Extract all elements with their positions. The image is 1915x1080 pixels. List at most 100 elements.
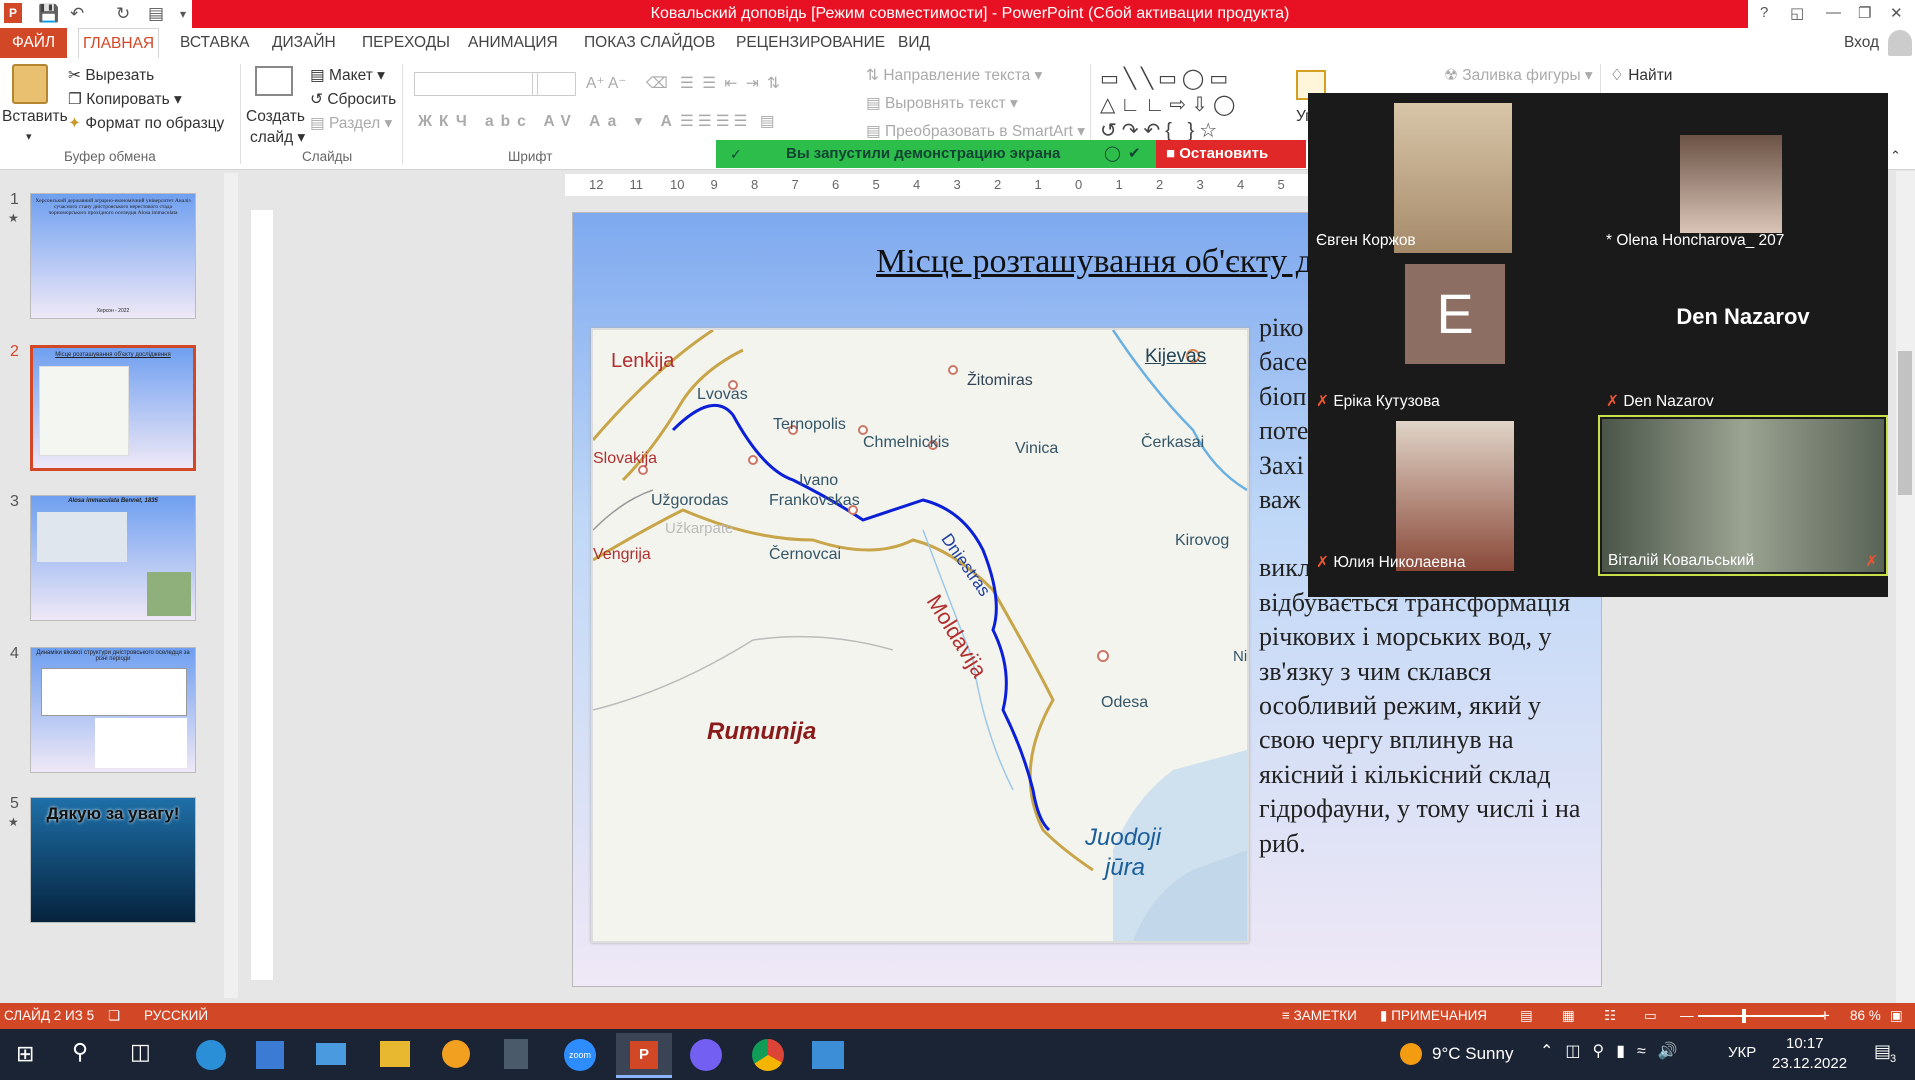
tab-file[interactable]: ФАЙЛ	[0, 28, 68, 58]
collapse-ribbon-icon[interactable]: ⌃	[1890, 148, 1901, 164]
layout-button[interactable]: ▤ Макет ▾	[310, 66, 385, 85]
participant-tile[interactable]: E ✗ Еріка Кутузова	[1308, 254, 1598, 415]
zoom-in-icon[interactable]: +	[1820, 1003, 1830, 1029]
cut-button[interactable]: ✂ Вырезать	[68, 66, 154, 85]
smartart-button[interactable]: ▤ Преобразовать в SmartArt ▾	[866, 122, 1085, 141]
explorer-icon[interactable]	[380, 1041, 410, 1067]
slide-thumbnail-4[interactable]: Динаміки вікової структури дністровськог…	[30, 647, 196, 773]
signin-link[interactable]: Вход	[1840, 28, 1883, 58]
slide-thumbnail-2[interactable]: Місце розташування об'єкту дослідження	[30, 345, 196, 471]
dniester-map-image[interactable]: Lenkija Kijevas Žitomiras Lvovas Ternopo…	[591, 328, 1249, 943]
pause-share-icon[interactable]: ◯	[1104, 140, 1121, 168]
format-painter-button[interactable]: ✦ Формат по образцу	[68, 114, 224, 133]
new-slide-icon[interactable]	[255, 66, 293, 96]
slide-thumbnail-1[interactable]: Херсонський державний аграрно-економічни…	[30, 193, 196, 319]
participant-tile[interactable]: * Olena Honcharova_ 207	[1598, 93, 1888, 254]
help-icon[interactable]: ?	[1760, 4, 1768, 21]
slide-sorter-icon[interactable]: ▦	[1562, 1003, 1575, 1029]
language-indicator[interactable]: РУССКИЙ	[144, 1003, 208, 1029]
tab-insert[interactable]: ВСТАВКА	[176, 28, 254, 58]
zoom-level[interactable]: 86 %	[1850, 1003, 1881, 1029]
clock-time[interactable]: 10:17	[1786, 1035, 1824, 1052]
tab-view[interactable]: ВИД	[894, 28, 934, 58]
tab-design[interactable]: ДИЗАЙН	[268, 28, 340, 58]
start-slideshow-icon[interactable]: ▤	[148, 4, 164, 24]
tab-review[interactable]: РЕЦЕНЗИРОВАНИЕ	[732, 28, 889, 58]
slides-pane-scrollbar[interactable]	[224, 173, 238, 998]
paste-button[interactable]: Вставить	[2, 108, 68, 126]
mail-icon[interactable]	[316, 1043, 346, 1065]
undo-icon[interactable]: ↶	[70, 4, 84, 24]
text-direction-button[interactable]: ⇅ Направление текста ▾	[866, 66, 1042, 85]
stop-share-button[interactable]: ■ Остановить совм	[1156, 140, 1306, 190]
shape-fill-button[interactable]: ☢ Заливка фигуры ▾	[1444, 66, 1593, 85]
reading-view-icon[interactable]: ☷	[1604, 1003, 1616, 1029]
task-view-icon[interactable]: ◫	[130, 1039, 151, 1065]
vpn-icon[interactable]	[442, 1040, 470, 1068]
section-button[interactable]: ▤ Раздел ▾	[310, 114, 392, 133]
fit-slide-icon[interactable]: ▣	[1890, 1003, 1903, 1029]
zoom-slider[interactable]	[1698, 1015, 1824, 1017]
minimize-icon[interactable]: —	[1826, 4, 1841, 21]
copy-button[interactable]: ❐ Копировать ▾	[68, 90, 182, 109]
input-language[interactable]: УКР	[1728, 1044, 1756, 1061]
align-text-button[interactable]: ▤ Выровнять текст ▾	[866, 94, 1018, 113]
photos-icon[interactable]	[812, 1041, 844, 1069]
search-icon[interactable]: ⚲	[72, 1039, 88, 1065]
weather-text[interactable]: 9°C Sunny	[1432, 1044, 1513, 1064]
font-style-buttons[interactable]: ЖКЧ abc AV Аа ▾ A	[418, 112, 679, 131]
redo-icon[interactable]: ↻	[116, 4, 130, 24]
paste-icon[interactable]	[12, 64, 48, 104]
zoom-out-icon[interactable]: —	[1680, 1003, 1694, 1029]
clear-format-icon[interactable]: ⌫	[646, 74, 668, 93]
ribbon-display-icon[interactable]: ◱	[1790, 4, 1804, 22]
powerpoint-taskbar-button[interactable]: P	[616, 1033, 672, 1078]
tab-home[interactable]: ГЛАВНАЯ	[78, 28, 160, 58]
shapes-gallery[interactable]: ▭╲╲▭◯▭	[1100, 66, 1233, 91]
viber-icon[interactable]	[690, 1039, 722, 1071]
find-button[interactable]: ♢ Найти	[1610, 66, 1672, 85]
font-size-select[interactable]	[532, 72, 576, 96]
reset-button[interactable]: ↺ Сбросить	[310, 90, 396, 109]
slideshow-view-icon[interactable]: ▭	[1644, 1003, 1657, 1029]
close-icon[interactable]: ✕	[1890, 4, 1903, 22]
tab-transitions[interactable]: ПЕРЕХОДЫ	[358, 28, 454, 58]
paste-dropdown-icon[interactable]: ▾	[26, 130, 32, 143]
customize-quick-access-icon[interactable]: ▾	[180, 7, 186, 21]
tray-icons[interactable]: ⌃◫⚲▮≈🔊	[1540, 1041, 1690, 1061]
grow-font-icon[interactable]: A⁺ A⁻	[586, 74, 627, 93]
notes-button[interactable]: ≡ ЗАМЕТКИ	[1282, 1003, 1357, 1029]
notification-icon[interactable]: ▤	[1874, 1041, 1891, 1062]
align-buttons[interactable]: ☰☰☰☰ ▤	[680, 112, 779, 131]
new-slide-button-line2[interactable]: слайд ▾	[250, 128, 305, 147]
participant-tile-active[interactable]: Віталій Ковальський ✗	[1598, 415, 1888, 576]
spellcheck-icon[interactable]: ❏	[108, 1003, 120, 1029]
windows-start-icon[interactable]: ⊞	[16, 1041, 34, 1067]
participant-tile[interactable]: Євген Коржов	[1308, 93, 1598, 254]
clock-date[interactable]: 23.12.2022	[1772, 1055, 1847, 1072]
tab-slideshow[interactable]: ПОКАЗ СЛАЙДОВ	[580, 28, 719, 58]
chrome-icon[interactable]	[752, 1039, 784, 1071]
zoom-slider-thumb[interactable]	[1742, 1009, 1746, 1023]
font-name-select[interactable]	[414, 72, 538, 96]
editor-scrollbar[interactable]	[1896, 171, 1915, 1003]
new-slide-button[interactable]: Создать	[246, 108, 305, 126]
scrollbar-thumb[interactable]	[1898, 351, 1912, 495]
calculator-icon[interactable]	[504, 1039, 528, 1069]
save-icon[interactable]: 💾	[38, 4, 59, 24]
tab-animations[interactable]: АНИМАЦИЯ	[464, 28, 562, 58]
store-icon[interactable]	[256, 1041, 284, 1069]
participant-tile[interactable]: Den Nazarov ✗ Den Nazarov	[1598, 254, 1888, 415]
normal-view-icon[interactable]: ▤	[1520, 1003, 1533, 1029]
slide-indicator[interactable]: СЛАЙД 2 ИЗ 5	[4, 1003, 94, 1029]
edge-icon[interactable]	[196, 1040, 226, 1070]
comments-button[interactable]: ▮ ПРИМЕЧАНИЯ	[1380, 1003, 1487, 1029]
participant-tile[interactable]: ✗ Юлия Николаевна	[1308, 415, 1598, 576]
pin-icon[interactable]: ✓	[730, 140, 742, 168]
user-avatar-icon[interactable]	[1888, 30, 1912, 56]
slide-thumbnail-3[interactable]: Alosa immaculata Bennet, 1835	[30, 495, 196, 621]
zoom-app-icon[interactable]: zoom	[564, 1039, 596, 1071]
restore-icon[interactable]: ❐	[1858, 4, 1871, 22]
slide-thumbnail-5[interactable]: Дякую за увагу!	[30, 797, 196, 923]
shapes-gallery-row2[interactable]: △∟∟⇨⇩◯	[1100, 92, 1240, 117]
